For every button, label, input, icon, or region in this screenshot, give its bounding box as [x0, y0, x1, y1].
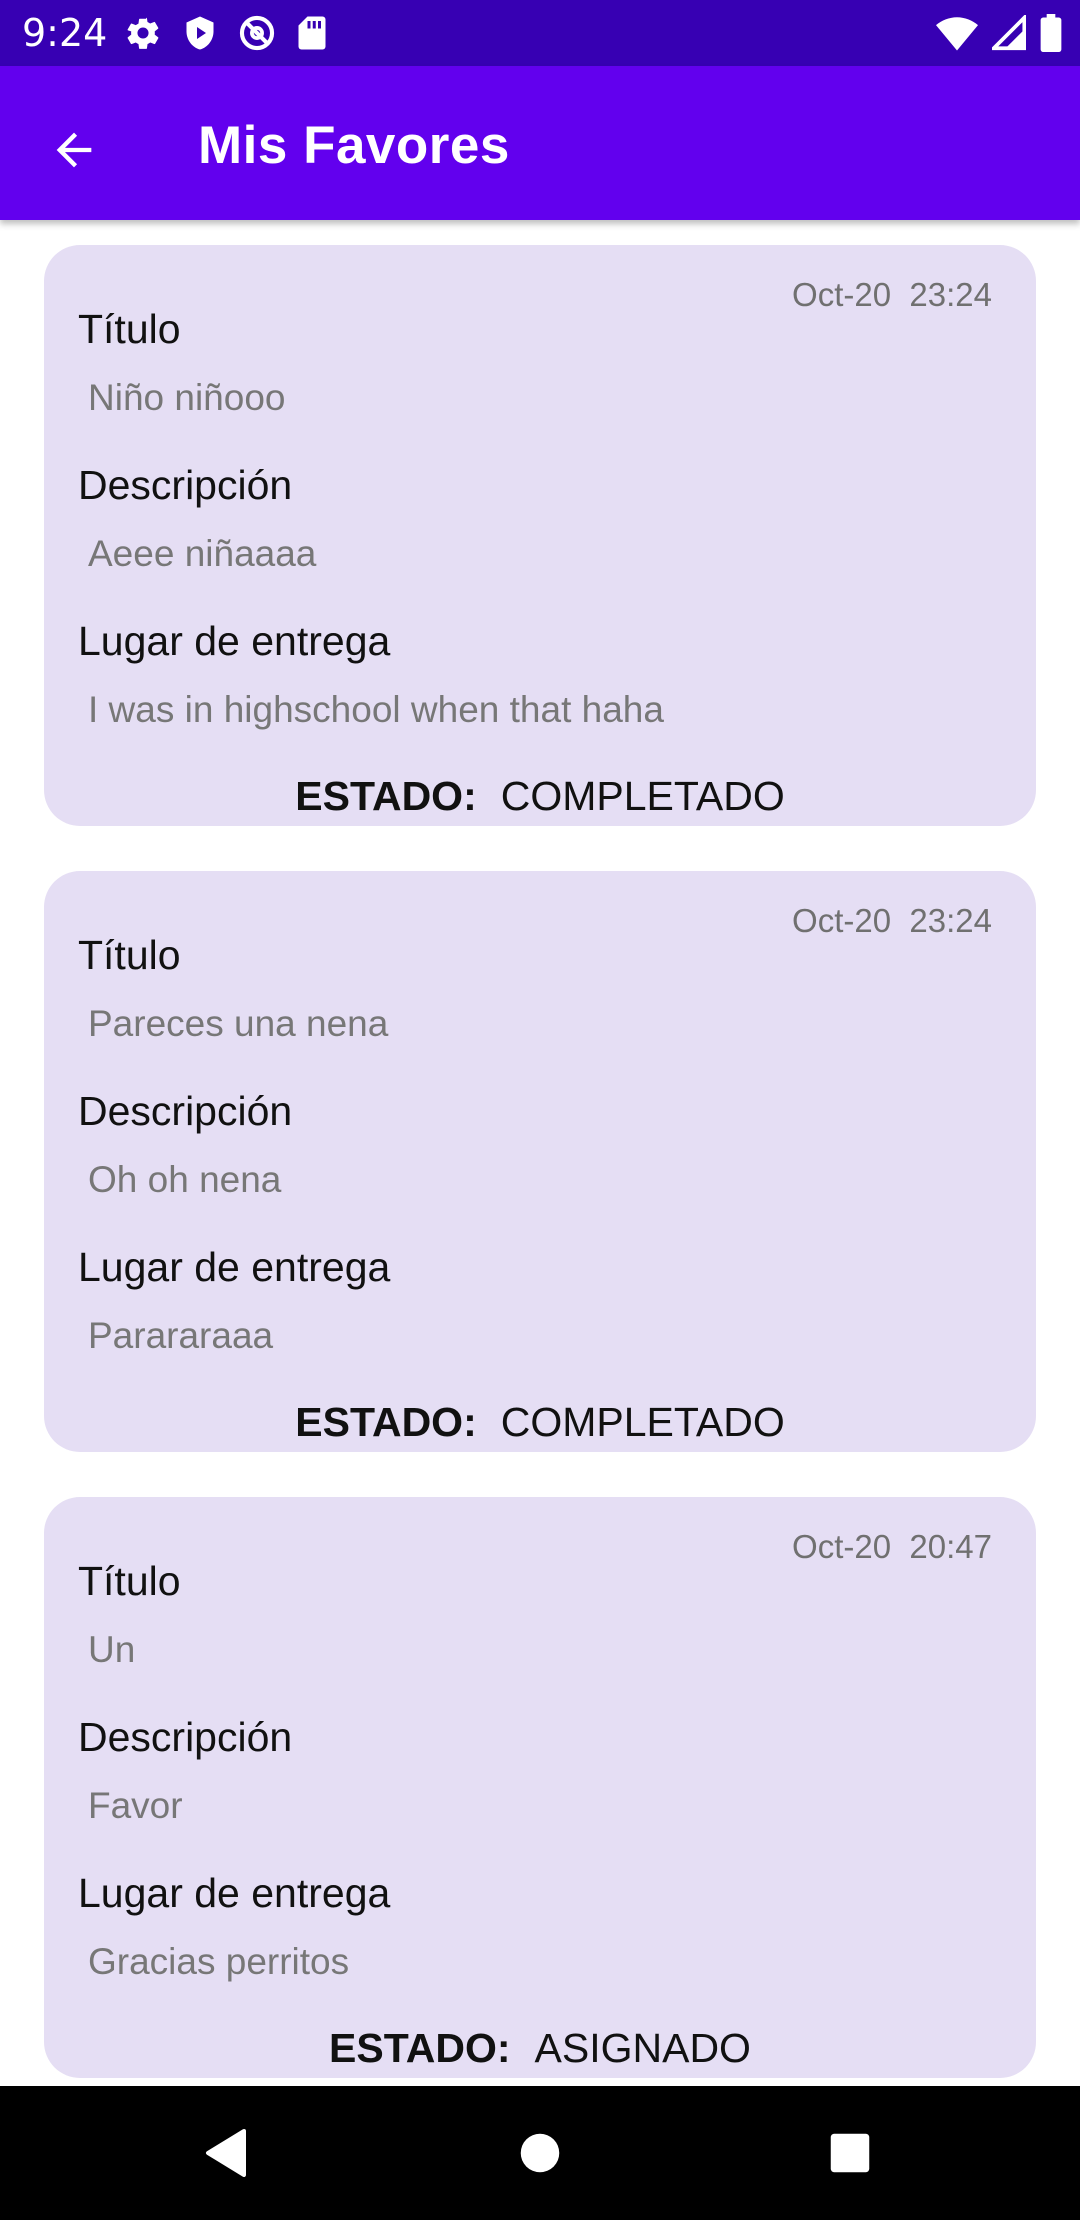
favor-card[interactable]: Oct-20 20:47 Título Un Descripción Favor… [44, 1497, 1036, 2078]
arrow-back-icon [56, 132, 92, 168]
description-value: Oh oh nena [88, 1159, 282, 1200]
favor-list[interactable]: Oct-20 23:24 Título Niño niñooo Descripc… [0, 220, 1080, 2086]
status-value: ASIGNADO [534, 2025, 751, 2071]
status-bar: 9:24 [0, 0, 1080, 66]
place-label: Lugar de entrega [78, 1244, 391, 1290]
title-label: Título [78, 932, 181, 978]
status-icons-left [124, 13, 328, 53]
title-label: Título [78, 1558, 181, 1604]
cell-signal-icon [992, 15, 1026, 51]
back-triangle-icon [206, 2129, 246, 2177]
navigation-bar [0, 2086, 1080, 2220]
status-row: ESTADO: COMPLETADO [44, 1398, 1036, 1446]
favor-card[interactable]: Oct-20 23:24 Título Niño niñooo Descripc… [44, 245, 1036, 826]
status-icons-right [936, 13, 1062, 53]
no-signal-at-icon [238, 14, 276, 52]
favor-date: Oct-20 23:24 [792, 276, 992, 313]
status-value: COMPLETADO [500, 773, 785, 819]
title-label: Título [78, 306, 181, 352]
app-bar: Mis Favores [0, 66, 1080, 220]
nav-recents-button[interactable] [810, 2113, 890, 2193]
sd-card-icon [296, 15, 328, 51]
status-value: COMPLETADO [500, 1399, 785, 1445]
favor-card[interactable]: Oct-20 23:24 Título Pareces una nena Des… [44, 871, 1036, 1452]
favor-date: Oct-20 20:47 [792, 1528, 992, 1565]
battery-icon [1040, 14, 1062, 52]
status-row: ESTADO: ASIGNADO [44, 2024, 1036, 2072]
home-circle-icon [520, 2133, 560, 2173]
recents-square-icon [830, 2133, 870, 2173]
place-value: Gracias perritos [88, 1941, 350, 1982]
place-value: I was in highschool when that haha [88, 689, 664, 730]
description-value: Aeee niñaaaa [88, 533, 317, 574]
wifi-icon [936, 15, 978, 51]
place-label: Lugar de entrega [78, 618, 391, 664]
place-label: Lugar de entrega [78, 1870, 391, 1916]
title-value: Pareces una nena [88, 1003, 389, 1044]
status-label: ESTADO: [295, 1399, 477, 1445]
nav-back-button[interactable] [186, 2113, 266, 2193]
favor-date: Oct-20 23:24 [792, 902, 992, 939]
place-value: Parararaaa [88, 1315, 274, 1356]
description-value: Favor [88, 1785, 183, 1826]
nav-home-button[interactable] [500, 2113, 580, 2193]
description-label: Descripción [78, 1088, 293, 1134]
title-value: Niño niñooo [88, 377, 286, 418]
status-label: ESTADO: [295, 773, 477, 819]
status-row: ESTADO: COMPLETADO [44, 772, 1036, 820]
back-button[interactable] [36, 112, 112, 188]
status-time: 9:24 [22, 11, 108, 55]
page-title: Mis Favores [198, 116, 510, 175]
shield-play-icon [182, 14, 218, 52]
status-label: ESTADO: [329, 2025, 511, 2071]
title-value: Un [88, 1629, 136, 1670]
description-label: Descripción [78, 1714, 293, 1760]
description-label: Descripción [78, 462, 293, 508]
gear-icon [124, 14, 162, 52]
